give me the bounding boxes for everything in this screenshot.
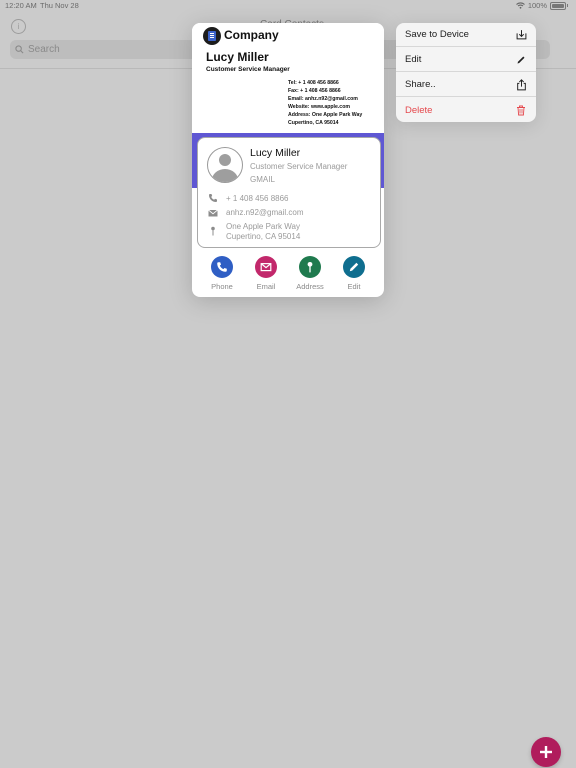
contact-company: GMAIL xyxy=(250,175,275,184)
company-logo-icon xyxy=(203,27,221,45)
bc-detail-line: Address: One Apple Park Way xyxy=(288,112,363,118)
plus-icon xyxy=(540,746,552,758)
menu-item-edit[interactable]: Edit xyxy=(396,48,536,72)
avatar xyxy=(207,147,243,183)
business-card-image: Company Lucy Miller Customer Service Man… xyxy=(192,23,384,133)
mail-icon[interactable] xyxy=(255,256,277,278)
battery-percent: 100% xyxy=(527,1,547,10)
contact-email[interactable]: anhz.n92@gmail.com xyxy=(226,208,304,218)
download-icon xyxy=(515,29,527,41)
address-line-1: One Apple Park Way xyxy=(226,222,300,231)
search-placeholder: Search xyxy=(28,44,60,55)
pin-icon[interactable] xyxy=(299,256,321,278)
contact-address[interactable]: One Apple Park Way Cupertino, CA 95014 xyxy=(226,222,300,242)
bc-detail-line: Fax: + 1 408 456 8866 xyxy=(288,88,341,94)
address-line-2: Cupertino, CA 95014 xyxy=(226,232,301,241)
context-menu: Save to Device Edit Share.. Delete xyxy=(396,23,536,122)
contact-info-panel: Lucy Miller Customer Service Manager GMA… xyxy=(197,137,381,248)
pin-icon xyxy=(211,226,215,236)
phone-action[interactable]: Phone xyxy=(202,256,242,291)
info-icon[interactable]: i xyxy=(11,19,26,34)
menu-item-label: Save to Device xyxy=(405,29,469,40)
pencil-icon[interactable] xyxy=(343,256,365,278)
phone-action-label: Phone xyxy=(211,282,233,291)
contact-phone[interactable]: + 1 408 456 8866 xyxy=(226,194,289,204)
edit-action-label: Edit xyxy=(347,282,361,291)
menu-item-label: Share.. xyxy=(405,79,436,90)
contact-card-preview: Company Lucy Miller Customer Service Man… xyxy=(192,23,384,297)
status-date: Thu Nov 28 xyxy=(40,1,79,10)
wifi-icon xyxy=(515,2,525,9)
menu-item-delete[interactable]: Delete xyxy=(396,98,536,122)
menu-item-label: Edit xyxy=(405,54,422,65)
contact-name: Lucy Miller xyxy=(250,147,301,159)
address-action[interactable]: Address xyxy=(290,256,330,291)
share-icon xyxy=(515,78,527,91)
status-bar: 12:20 AM Thu Nov 28 100% xyxy=(0,0,576,12)
mail-icon xyxy=(208,209,218,217)
contact-title: Customer Service Manager xyxy=(250,162,348,171)
bc-detail-line: Tel: + 1 408 456 8866 xyxy=(288,80,339,86)
menu-item-save-to-device[interactable]: Save to Device xyxy=(396,23,536,47)
battery-icon xyxy=(550,1,566,10)
add-contact-button[interactable] xyxy=(531,737,561,767)
email-action[interactable]: Email xyxy=(246,256,286,291)
search-icon xyxy=(15,45,24,54)
phone-icon xyxy=(209,194,217,202)
bc-company: Company xyxy=(224,28,279,42)
address-action-label: Address xyxy=(296,282,324,291)
edit-action[interactable]: Edit xyxy=(334,256,374,291)
status-right: 100% xyxy=(515,1,568,10)
bc-detail-line: Cupertino, CA 95014 xyxy=(288,120,339,126)
action-bar: Phone Email Address Edit xyxy=(192,256,384,296)
bc-detail-line: Email: anhz.n92@gmail.com xyxy=(288,96,358,102)
status-time: 12:20 AM xyxy=(5,1,37,10)
bc-details: Tel: + 1 408 456 8866 Fax: + 1 408 456 8… xyxy=(288,79,362,127)
phone-icon[interactable] xyxy=(211,256,233,278)
trash-icon xyxy=(515,104,527,116)
pencil-icon xyxy=(515,54,527,66)
email-action-label: Email xyxy=(256,282,276,291)
menu-item-label: Delete xyxy=(405,104,433,116)
bc-name: Lucy Miller xyxy=(206,50,269,64)
bc-title: Customer Service Manager xyxy=(206,66,290,73)
bc-detail-line: Website: www.apple.com xyxy=(288,104,350,110)
menu-item-share[interactable]: Share.. xyxy=(396,73,536,97)
